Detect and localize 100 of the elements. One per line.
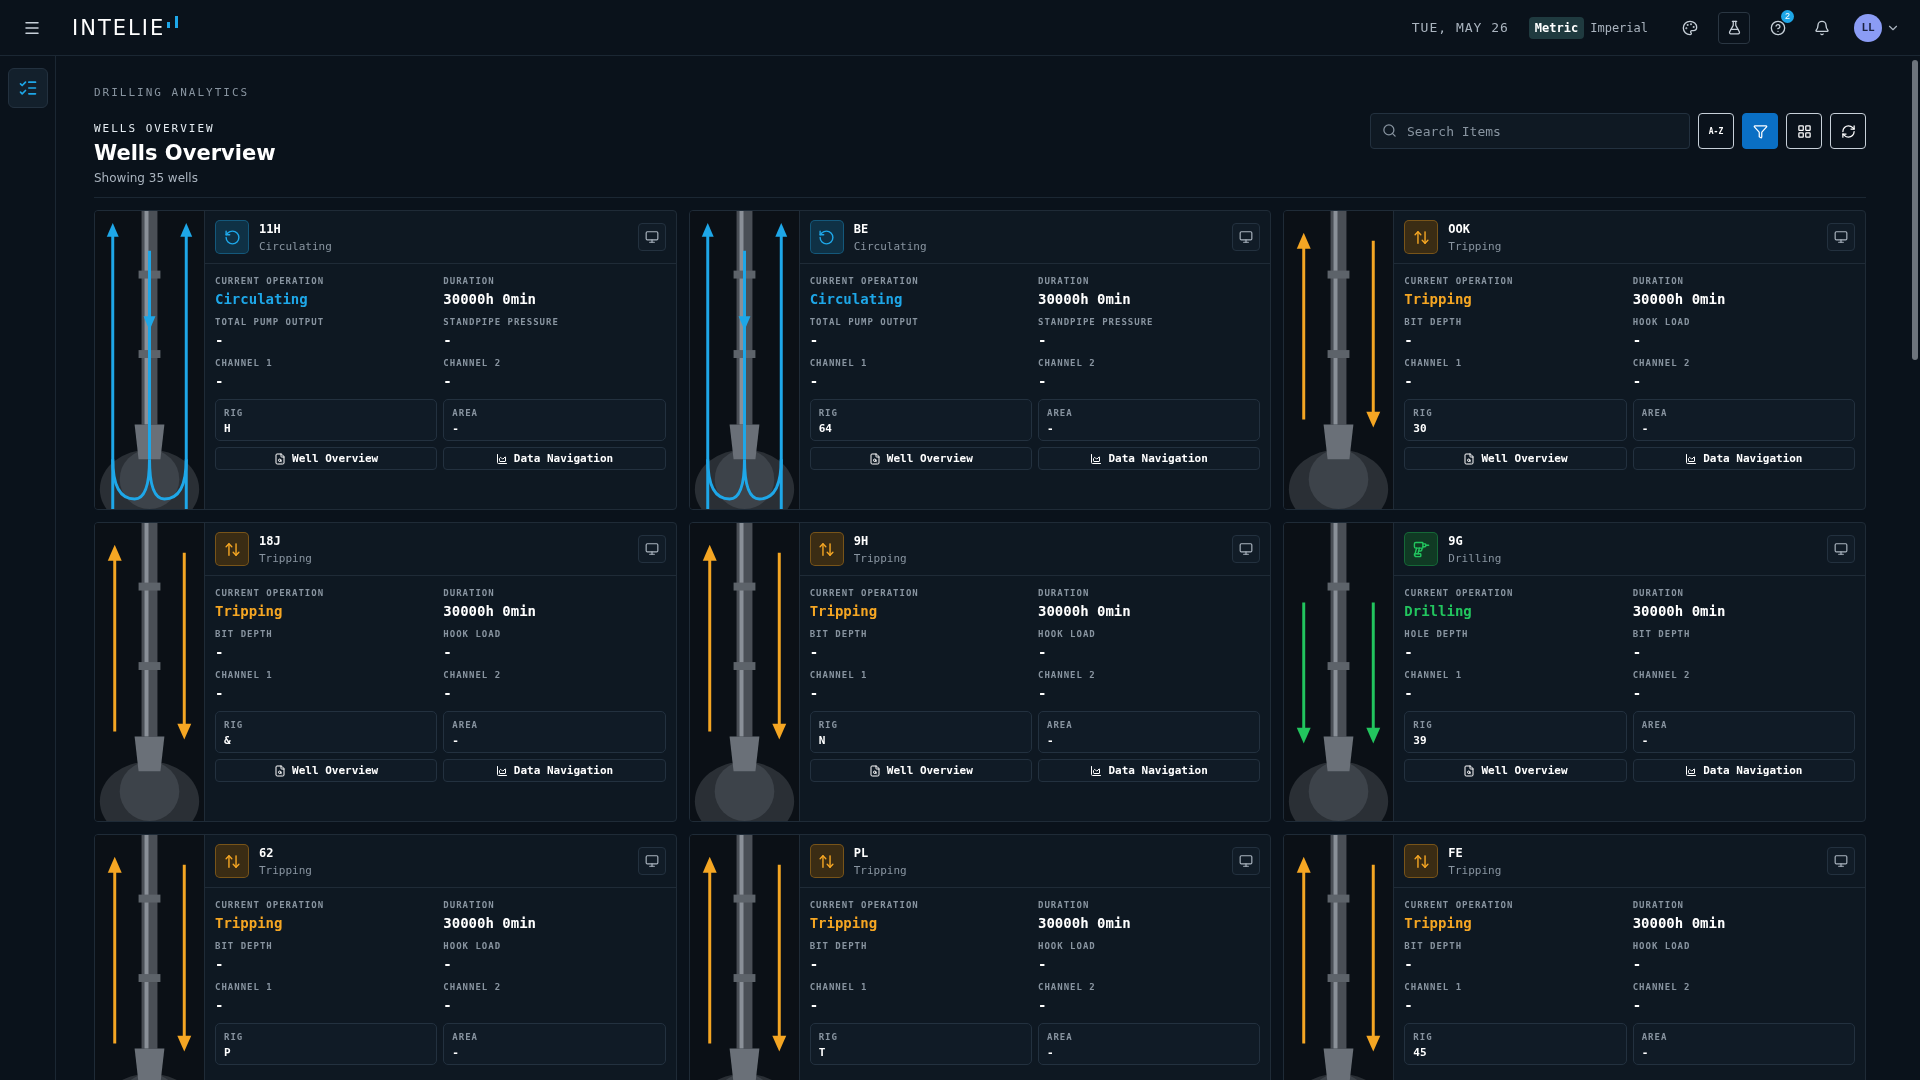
well-overview-button[interactable]: Well Overview [215,447,438,470]
filter-icon [1752,123,1768,139]
metric-label: DURATION [443,276,496,286]
metric-value: - [215,997,225,1013]
metric-label: HOOK LOAD [443,941,503,951]
area-chart-icon [495,764,508,777]
monitor-button[interactable] [1827,223,1855,251]
monitor-icon [644,230,659,244]
operation-value: Tripping [809,915,879,931]
data-navigation-button[interactable]: Data Navigation [443,759,666,782]
rig-value: 45 [1413,1046,1428,1059]
area-label: AREA [452,408,479,418]
filter-button[interactable] [1742,113,1778,149]
monitor-button[interactable] [1827,847,1855,875]
monitor-button[interactable] [1232,223,1261,251]
unit-toggle[interactable]: Imperial [1584,16,1654,39]
metric-value: - [215,644,225,660]
metric-value: - [809,373,820,389]
data-navigation-button[interactable]: Data Navigation [1632,759,1855,782]
metric-value: - [1632,997,1643,1013]
data-navigation-button[interactable]: Data Navigation [1038,759,1261,782]
well-overview-button[interactable]: Well Overview [1404,759,1627,782]
metric-label: CHANNEL 1 [1404,670,1464,680]
rig-value: P [224,1046,232,1059]
document-search-icon [1463,452,1476,465]
operation-glyph-icon [1412,540,1430,558]
monitor-button[interactable] [1232,535,1261,563]
metric-value: - [1404,332,1414,348]
metric-value: - [1038,685,1048,701]
area-chart-icon [495,452,508,465]
area-chart-icon [1090,764,1103,777]
well-status: Drilling [1448,551,1502,565]
well-overview-button[interactable]: Well Overview [809,447,1032,470]
metric-value: - [1632,685,1643,701]
metric-label: CURRENT OPERATION [215,588,326,598]
monitor-button[interactable] [1827,535,1855,563]
monitor-button[interactable] [637,535,666,563]
metric-label: CURRENT OPERATION [809,588,920,598]
sort-button[interactable]: A-Z [1698,113,1734,149]
data-navigation-button[interactable]: Data Navigation [1632,447,1855,470]
metric-label: HOOK LOAD [1632,941,1692,951]
well-status: Circulating [853,239,927,253]
bell-icon [1814,19,1830,36]
duration-value: 30000h 0min [1632,915,1727,931]
refresh-button[interactable] [1830,113,1866,149]
metric-label: DURATION [443,900,496,910]
list-icon [17,78,38,98]
metric-value: - [809,644,820,660]
rig-label: RIG [224,408,245,418]
data-navigation-button[interactable]: Data Navigation [443,447,666,470]
metric-label: HOOK LOAD [1038,941,1097,951]
well-overview-button[interactable]: Well Overview [215,759,438,782]
duration-value: 30000h 0min [443,603,538,619]
document-search-icon [274,764,287,777]
metric-label: CHANNEL 2 [1632,358,1692,368]
data-navigation-button[interactable]: Data Navigation [1038,447,1261,470]
well-overview-button[interactable]: Well Overview [1404,447,1627,470]
metric-label: DURATION [1038,276,1091,286]
monitor-button[interactable] [637,847,666,875]
well-status: Tripping [853,551,907,565]
user-avatar[interactable]: LL [1854,13,1882,42]
logo: INTELIE [72,15,166,40]
rig-value: 30 [1413,422,1428,435]
operation-value: Tripping [809,603,879,619]
monitor-icon [1834,542,1848,556]
metric-value: - [1404,956,1414,972]
current-date: TUE, MAY 26 [1411,20,1509,35]
metric-label: TOTAL PUMP OUTPUT [215,317,326,327]
well-overview-button[interactable]: Well Overview [809,759,1032,782]
grid-view-button[interactable] [1786,113,1822,149]
metric-value: - [1632,956,1643,972]
search-field[interactable]: Search Items [1370,113,1690,149]
operation-glyph-icon [223,540,241,558]
area-value: - [452,422,460,435]
well-status: Tripping [259,863,312,877]
rig-label: RIG [818,408,839,418]
well-name: OOK [1448,221,1471,236]
document-search-icon [1463,764,1476,777]
scrollbar[interactable] [1912,60,1918,360]
metric-label: TOTAL PUMP OUTPUT [809,317,920,327]
area-value: - [1047,422,1055,435]
well-status: Tripping [259,551,312,565]
metric-label: CURRENT OPERATION [1404,276,1515,286]
rig-value: T [818,1046,827,1059]
monitor-button[interactable] [637,223,666,251]
well-name: 9H [853,533,870,548]
metric-value: - [1404,685,1414,701]
well-status: Tripping [853,863,907,877]
wells-list-button[interactable] [7,68,48,108]
well-name: 18J [259,533,282,548]
duration-value: 30000h 0min [1632,603,1727,619]
operation-glyph-icon [223,228,241,246]
document-search-icon [868,452,881,465]
notification-badge: 2 [1781,9,1794,23]
flask-button[interactable] [1718,11,1750,44]
area-label: AREA [1047,1032,1074,1042]
unit-toggle[interactable]: Metric [1528,16,1585,39]
monitor-button[interactable] [1232,847,1261,875]
rig-label: RIG [818,720,839,730]
wells-count: Showing 35 wells [94,171,199,185]
